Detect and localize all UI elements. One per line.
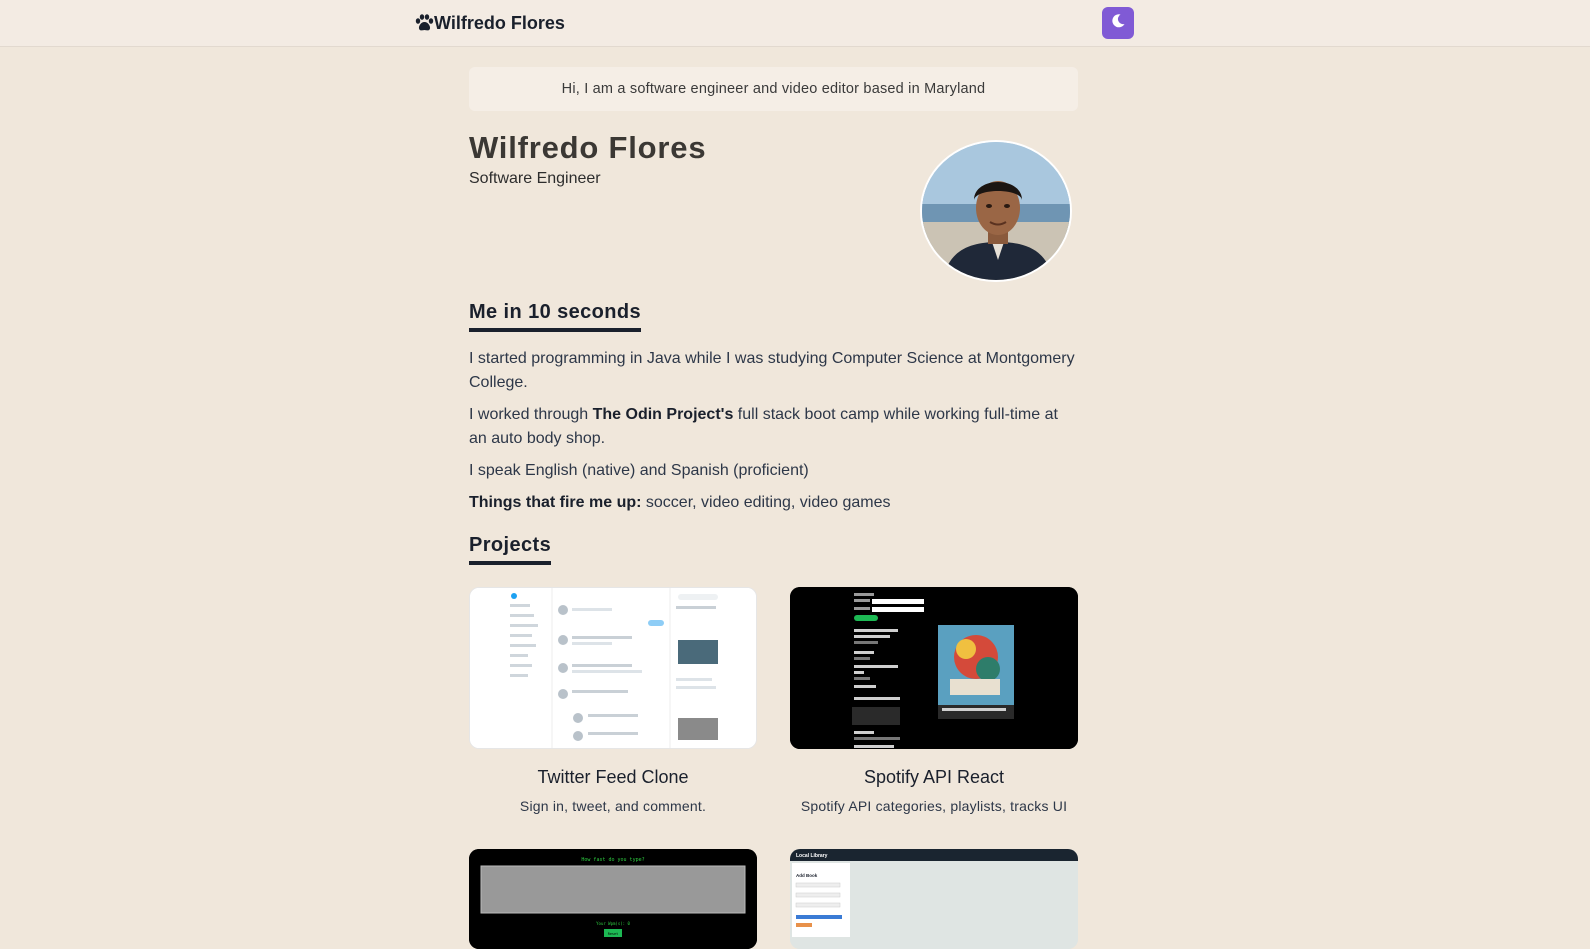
project-title[interactable]: Twitter Feed Clone <box>469 767 757 788</box>
brand-link[interactable]: Wilfredo Flores <box>414 10 565 36</box>
project-description: Spotify API categories, playlists, track… <box>800 798 1068 814</box>
hero-role: Software Engineer <box>469 170 601 187</box>
typing-thumb-wpm: Your Wpm(s): 0 <box>596 921 630 926</box>
project-description: Sign in, tweet, and comment. <box>519 798 707 814</box>
projects-section-title: Projects <box>469 534 552 565</box>
about-paragraph-4: Things that fire me up: soccer, video ed… <box>469 491 1079 515</box>
intro-banner: Hi, I am a software engineer and video e… <box>469 67 1078 111</box>
brand-text: Wilfredo Flores <box>434 12 565 33</box>
about-paragraph-3: I speak English (native) and Spanish (pr… <box>469 462 809 479</box>
typing-thumb-heading: How fast do you type? <box>581 857 644 863</box>
interests-label: Things that fire me up: <box>469 494 642 511</box>
library-thumb-form-title: Add Book <box>796 873 818 878</box>
navbar: Wilfredo Flores <box>0 0 1590 47</box>
hero-name: Wilfredo Flores <box>469 130 707 165</box>
paw-icon <box>414 13 434 33</box>
theme-toggle-button[interactable] <box>1102 7 1134 39</box>
local-library-thumbnail[interactable]: Local Library Add Book <box>790 849 1078 949</box>
odin-project-highlight: The Odin Project's <box>592 406 734 423</box>
about-paragraph-1: I started programming in Java while I wa… <box>469 350 1075 391</box>
spotify-react-thumbnail[interactable] <box>790 587 1078 749</box>
typing-thumb-button: Reset <box>608 932 619 936</box>
project-title[interactable]: Spotify API React <box>790 767 1078 788</box>
profile-avatar <box>920 140 1072 282</box>
twitter-clone-thumbnail[interactable] <box>469 587 757 749</box>
about-paragraph-2: I worked through The Odin Project's full… <box>469 403 1079 451</box>
about-section-title: Me in 10 seconds <box>469 301 642 332</box>
moon-icon <box>1110 13 1126 34</box>
typing-test-thumbnail[interactable]: How fast do you type? Your Wpm(s): 0 Res… <box>469 849 757 949</box>
interests-text: soccer, video editing, video games <box>641 494 891 511</box>
about-p2-text: I worked through <box>469 406 593 423</box>
library-thumb-header: Local Library <box>796 853 828 859</box>
